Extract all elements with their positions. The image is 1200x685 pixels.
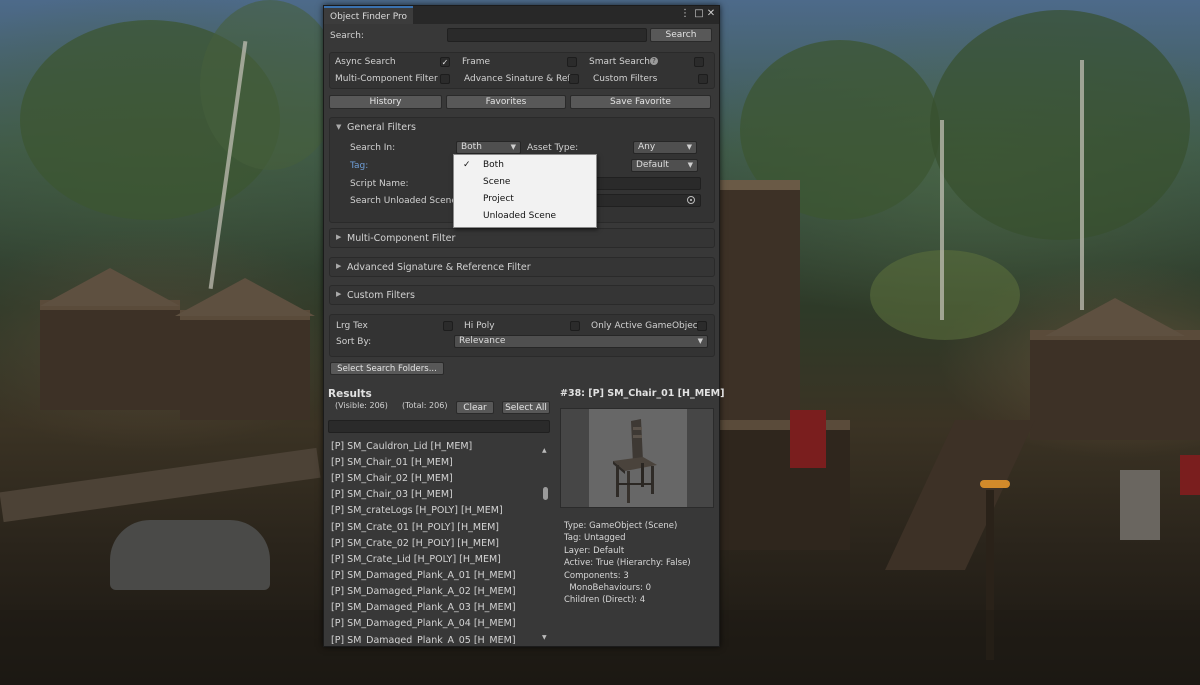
option-label: Frame bbox=[462, 57, 491, 67]
smart-search-checkbox[interactable] bbox=[694, 57, 704, 67]
tag-dropdown[interactable]: Default ▼ bbox=[631, 159, 698, 172]
search-in-popup: ✓ Both Scene Project Unloaded Scene bbox=[453, 154, 597, 228]
chevron-down-icon: ▼ bbox=[687, 161, 693, 169]
more-options-icon[interactable]: ⋮ bbox=[679, 8, 691, 20]
options-group: Async Search ✓ Frame Smart Search ? Mult… bbox=[329, 52, 715, 89]
collapsed-arrow-icon: ▶ bbox=[336, 262, 342, 270]
scroll-up-icon[interactable]: ▲ bbox=[542, 447, 547, 454]
extras-group: Lrg Tex Hi Poly Only Active GameObject S… bbox=[329, 314, 715, 357]
asset-type-dropdown[interactable]: Any ▼ bbox=[633, 141, 697, 154]
detail-line: MonoBehaviours: 0 bbox=[564, 583, 652, 593]
detail-line: Tag: Untagged bbox=[564, 533, 626, 543]
results-filter-input[interactable] bbox=[328, 420, 550, 433]
tag-label: Tag: bbox=[350, 161, 369, 171]
only-active-label: Only Active GameObject bbox=[591, 321, 702, 331]
multi-component-foldout[interactable]: ▶ Multi-Component Filter bbox=[329, 228, 715, 248]
sort-by-dropdown[interactable]: Relevance ▼ bbox=[454, 335, 708, 348]
object-picker-icon[interactable] bbox=[687, 196, 695, 204]
lrg-tex-checkbox[interactable] bbox=[443, 321, 453, 331]
list-item[interactable]: [P] SM_Chair_01 [H_MEM] bbox=[331, 457, 453, 468]
favorites-button[interactable]: Favorites bbox=[446, 95, 566, 109]
collapsed-arrow-icon: ▶ bbox=[336, 290, 342, 298]
option-label: Smart Search bbox=[589, 57, 651, 67]
option-label: Async Search bbox=[335, 57, 396, 67]
option-label: Custom Filters bbox=[593, 74, 658, 84]
search-label: Search: bbox=[330, 31, 364, 41]
select-search-folders-button[interactable]: Select Search Folders... bbox=[330, 362, 444, 375]
list-item[interactable]: [P] SM_Chair_03 [H_MEM] bbox=[331, 489, 453, 500]
results-visible-count: (Visible: 206) bbox=[335, 401, 388, 410]
collapsed-arrow-icon: ▶ bbox=[336, 233, 342, 241]
help-icon[interactable]: ? bbox=[650, 57, 658, 65]
results-title: Results bbox=[328, 388, 372, 400]
only-active-checkbox[interactable] bbox=[697, 321, 707, 331]
object-finder-window: Object Finder Pro ⋮ □ ✕ Search: Search A… bbox=[323, 5, 724, 647]
frame-checkbox[interactable] bbox=[567, 57, 577, 67]
list-item[interactable]: [P] SM_crateLogs [H_POLY] [H_MEM] bbox=[331, 505, 503, 516]
custom-filters-checkbox[interactable] bbox=[698, 74, 708, 84]
results-list: [P] SM_Cauldron_Lid [H_MEM] [P] SM_Chair… bbox=[324, 438, 554, 644]
popup-option-project[interactable]: Project bbox=[454, 191, 596, 208]
list-item[interactable]: [P] SM_Damaged_Plank_A_04 [H_MEM] bbox=[331, 618, 516, 629]
list-item[interactable]: [P] SM_Damaged_Plank_A_03 [H_MEM] bbox=[331, 602, 516, 613]
scrollbar-thumb[interactable] bbox=[543, 487, 548, 500]
results-scrollbar[interactable]: ▲ ▼ bbox=[541, 447, 549, 643]
popup-option-scene[interactable]: Scene bbox=[454, 174, 596, 191]
list-item[interactable]: [P] SM_Crate_01 [H_POLY] [H_MEM] bbox=[331, 522, 499, 533]
async-search-checkbox[interactable]: ✓ bbox=[440, 57, 450, 67]
chevron-down-icon: ▼ bbox=[510, 143, 516, 151]
popup-option-unloaded-scene[interactable]: Unloaded Scene bbox=[454, 208, 596, 225]
window-tab[interactable]: Object Finder Pro bbox=[324, 6, 413, 24]
asset-type-label: Asset Type: bbox=[527, 143, 579, 153]
detail-line: Components: 3 bbox=[564, 571, 629, 581]
asset-preview bbox=[560, 408, 714, 508]
detail-line: Layer: Default bbox=[564, 546, 625, 556]
search-unloaded-label: Search Unloaded Scene bbox=[350, 196, 457, 206]
custom-filters-foldout[interactable]: ▶ Custom Filters bbox=[329, 285, 715, 305]
multi-component-checkbox[interactable] bbox=[440, 74, 450, 84]
checkmark-icon: ✓ bbox=[463, 160, 471, 170]
history-button[interactable]: History bbox=[329, 95, 442, 109]
clear-button[interactable]: Clear bbox=[456, 401, 494, 414]
list-item[interactable]: [P] SM_Damaged_Plank_A_01 [H_MEM] bbox=[331, 570, 516, 581]
list-item[interactable]: [P] SM_Damaged_Plank_A_02 [H_MEM] bbox=[331, 586, 516, 597]
search-button[interactable]: Search bbox=[650, 28, 712, 42]
detail-line: Children (Direct): 4 bbox=[564, 595, 646, 605]
results-total-count: (Total: 206) bbox=[402, 401, 448, 410]
hi-poly-checkbox[interactable] bbox=[570, 321, 580, 331]
search-in-label: Search In: bbox=[350, 143, 396, 153]
scroll-down-icon[interactable]: ▼ bbox=[542, 634, 547, 641]
script-name-label: Script Name: bbox=[350, 179, 409, 189]
general-filters-title[interactable]: General Filters bbox=[347, 122, 416, 134]
title-bar: Object Finder Pro ⋮ □ ✕ bbox=[324, 6, 719, 24]
save-favorite-button[interactable]: Save Favorite bbox=[570, 95, 711, 109]
option-label: Advance Sinature & Ref bbox=[464, 74, 571, 84]
chevron-down-icon: ▼ bbox=[697, 337, 703, 345]
advanced-signature-foldout[interactable]: ▶ Advanced Signature & Reference Filter bbox=[329, 257, 715, 277]
list-item[interactable]: [P] SM_Crate_Lid [H_POLY] [H_MEM] bbox=[331, 554, 501, 565]
maximize-icon[interactable]: □ bbox=[693, 8, 705, 20]
search-in-dropdown[interactable]: Both ▼ bbox=[456, 141, 521, 154]
advance-signature-checkbox[interactable] bbox=[569, 74, 579, 84]
list-item[interactable]: [P] SM_Cauldron_Lid [H_MEM] bbox=[331, 441, 472, 452]
chevron-down-icon: ▼ bbox=[686, 143, 692, 151]
select-all-button[interactable]: Select All bbox=[502, 401, 550, 414]
popup-option-both[interactable]: ✓ Both bbox=[454, 157, 596, 174]
lrg-tex-label: Lrg Tex bbox=[336, 321, 368, 331]
expanded-arrow-icon[interactable]: ▼ bbox=[336, 123, 341, 131]
close-icon[interactable]: ✕ bbox=[705, 8, 717, 20]
chair-preview-image bbox=[613, 419, 657, 503]
hi-poly-label: Hi Poly bbox=[464, 321, 495, 331]
detail-title: #38: [P] SM_Chair_01 [H_MEM] bbox=[560, 388, 725, 399]
list-item[interactable]: [P] SM_Damaged_Plank_A_05 [H_MEM] bbox=[331, 635, 516, 644]
list-item[interactable]: [P] SM_Crate_02 [H_POLY] [H_MEM] bbox=[331, 538, 499, 549]
sort-by-label: Sort By: bbox=[336, 337, 372, 347]
detail-line: Type: GameObject (Scene) bbox=[564, 521, 678, 531]
detail-line: Active: True (Hierarchy: False) bbox=[564, 558, 691, 568]
search-input[interactable] bbox=[447, 28, 647, 42]
option-label: Multi-Component Filter bbox=[335, 74, 438, 84]
list-item[interactable]: [P] SM_Chair_02 [H_MEM] bbox=[331, 473, 453, 484]
